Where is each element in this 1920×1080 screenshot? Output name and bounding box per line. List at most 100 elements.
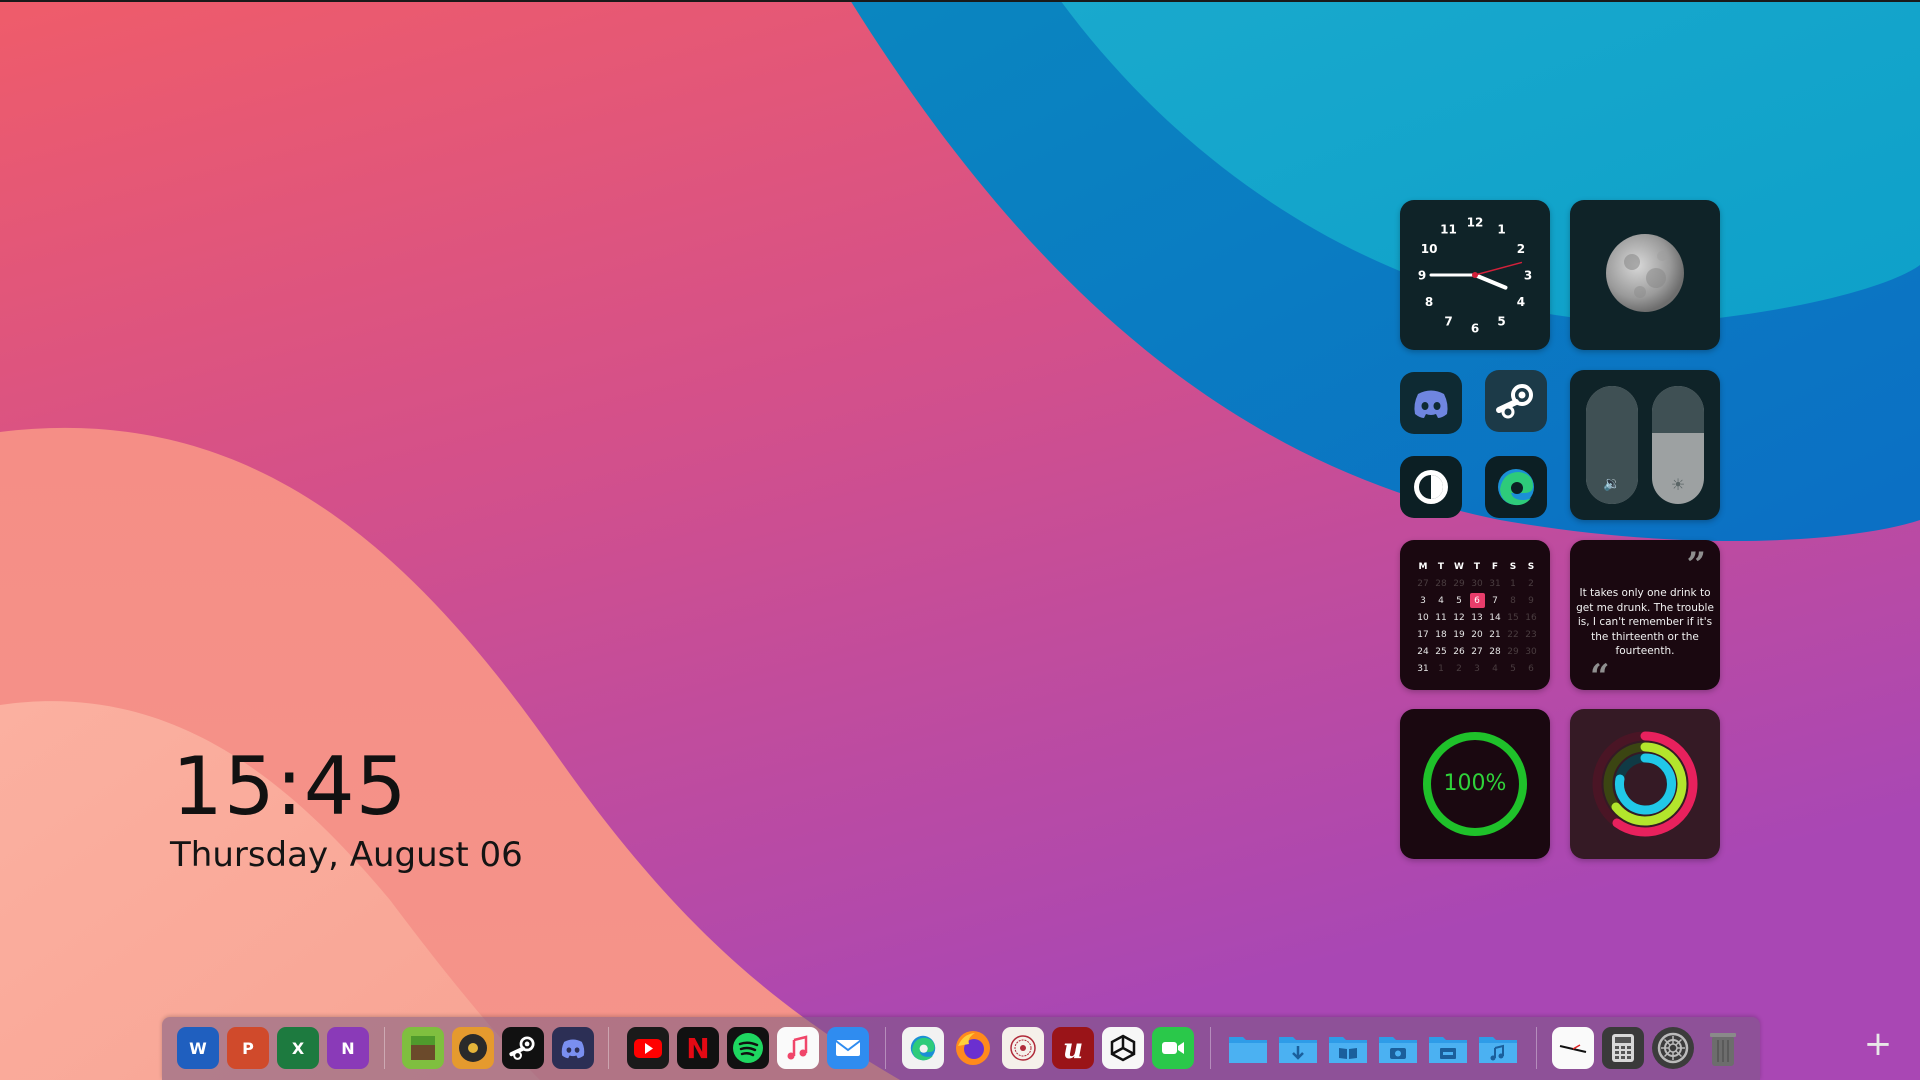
calendar-day[interactable]: 1 xyxy=(1432,660,1450,677)
acrobat-icon[interactable]: u xyxy=(1052,1027,1094,1069)
dock-separator xyxy=(608,1027,609,1069)
add-widget-button[interactable]: + xyxy=(1863,1027,1893,1061)
calendar-day[interactable]: 13 xyxy=(1468,609,1486,626)
word-icon[interactable]: W xyxy=(177,1027,219,1069)
activity-rings-widget[interactable] xyxy=(1570,709,1720,859)
calendar-day[interactable]: 28 xyxy=(1486,643,1504,660)
calendar-day[interactable]: 28 xyxy=(1432,575,1450,592)
downloads-folder-icon[interactable] xyxy=(1277,1027,1319,1069)
calendar-day[interactable]: 21 xyxy=(1486,626,1504,643)
edge-icon[interactable] xyxy=(902,1027,944,1069)
spotify-icon[interactable] xyxy=(727,1027,769,1069)
calendar-day[interactable]: 5 xyxy=(1450,592,1468,609)
edge-icon xyxy=(1498,469,1534,506)
discord-shortcut[interactable] xyxy=(1400,372,1462,434)
weekday-header: W xyxy=(1454,561,1464,572)
seal-app-icon[interactable] xyxy=(1002,1027,1044,1069)
dock-separator xyxy=(384,1027,385,1069)
calendar-day[interactable]: 2 xyxy=(1522,575,1540,592)
steam-icon[interactable] xyxy=(502,1027,544,1069)
calendar-day[interactable]: 27 xyxy=(1468,643,1486,660)
calendar-day[interactable]: 9 xyxy=(1522,592,1540,609)
calendar-day[interactable]: 31 xyxy=(1486,575,1504,592)
drive-folder-icon[interactable] xyxy=(1427,1027,1469,1069)
music-folder-icon[interactable] xyxy=(1477,1027,1519,1069)
minecraft-icon[interactable] xyxy=(402,1027,444,1069)
calculator-icon[interactable] xyxy=(1602,1027,1644,1069)
clock-number: 6 xyxy=(1471,322,1479,336)
settings-icon[interactable] xyxy=(1652,1027,1694,1069)
calendar-day[interactable]: 4 xyxy=(1486,660,1504,677)
calendar-day[interactable]: 17 xyxy=(1414,626,1432,643)
facetime-icon[interactable] xyxy=(1152,1027,1194,1069)
calendar-day[interactable]: 27 xyxy=(1414,575,1432,592)
onenote-icon[interactable]: N xyxy=(327,1027,369,1069)
calendar-day[interactable]: 12 xyxy=(1450,609,1468,626)
calendar-day[interactable]: 3 xyxy=(1414,592,1432,609)
calendar-day[interactable]: 11 xyxy=(1432,609,1450,626)
clock-number: 10 xyxy=(1421,242,1438,256)
activity-rings xyxy=(1592,731,1698,837)
calendar-day[interactable]: 16 xyxy=(1522,609,1540,626)
calendar-widget[interactable]: M T W T F S S 27 28 29 30 31 1 2 3 4 5 6 7 8 9 10 11 12 13 14 15 16… xyxy=(1400,540,1550,690)
steam-shortcut[interactable] xyxy=(1485,370,1547,432)
unity-icon[interactable] xyxy=(1102,1027,1144,1069)
calendar-day[interactable]: 18 xyxy=(1432,626,1450,643)
battery-percent: 100% xyxy=(1443,771,1507,796)
calendar-day[interactable]: 31 xyxy=(1414,660,1432,677)
calendar-day[interactable]: 26 xyxy=(1450,643,1468,660)
netflix-icon[interactable]: N xyxy=(677,1027,719,1069)
lockscreen-time: 15:45 xyxy=(172,740,408,833)
discord-icon[interactable] xyxy=(552,1027,594,1069)
youtube-icon[interactable] xyxy=(627,1027,669,1069)
calendar-day[interactable]: 19 xyxy=(1450,626,1468,643)
calendar-day[interactable]: 6 xyxy=(1522,660,1540,677)
documents-folder-icon[interactable] xyxy=(1327,1027,1369,1069)
battery-widget[interactable]: 100% xyxy=(1400,709,1550,859)
moon-phase-widget[interactable] xyxy=(1570,200,1720,350)
excel-icon[interactable]: X xyxy=(277,1027,319,1069)
brightness-slider-fill xyxy=(1652,386,1704,434)
calendar-day[interactable]: 30 xyxy=(1522,643,1540,660)
edge-shortcut[interactable] xyxy=(1485,456,1547,518)
calendar-day[interactable]: 24 xyxy=(1414,643,1432,660)
volume-slider[interactable]: 🔉 xyxy=(1586,386,1638,504)
folder-icon[interactable] xyxy=(1227,1027,1269,1069)
analog-clock-widget[interactable]: 12 1 2 3 4 5 6 7 8 9 10 11 xyxy=(1400,200,1550,350)
calendar-day[interactable]: 25 xyxy=(1432,643,1450,660)
weekday-header: S xyxy=(1527,561,1535,572)
itunes-icon[interactable] xyxy=(777,1027,819,1069)
calendar-day[interactable]: 20 xyxy=(1468,626,1486,643)
second-hand xyxy=(1474,261,1523,276)
lockscreen-date: Thursday, August 06 xyxy=(170,835,523,875)
pictures-folder-icon[interactable] xyxy=(1377,1027,1419,1069)
quote-widget[interactable]: ” It takes only one drink to get me drun… xyxy=(1570,540,1720,690)
music-disc-icon[interactable] xyxy=(452,1027,494,1069)
calendar-day[interactable]: 29 xyxy=(1450,575,1468,592)
calendar-day[interactable]: 15 xyxy=(1504,609,1522,626)
calendar-day[interactable]: 8 xyxy=(1504,592,1522,609)
calendar-day[interactable]: 22 xyxy=(1504,626,1522,643)
mail-icon[interactable] xyxy=(827,1027,869,1069)
calendar-day[interactable]: 6 xyxy=(1468,592,1486,609)
clock-app-icon[interactable] xyxy=(1552,1027,1594,1069)
calendar-day[interactable]: 3 xyxy=(1468,660,1486,677)
calendar-day[interactable]: 1 xyxy=(1504,575,1522,592)
calendar-day[interactable]: 7 xyxy=(1486,592,1504,609)
calendar-day[interactable]: 5 xyxy=(1504,660,1522,677)
clock-number: 5 xyxy=(1497,314,1505,328)
calendar-day[interactable]: 30 xyxy=(1468,575,1486,592)
powerpoint-icon[interactable]: P xyxy=(227,1027,269,1069)
brightness-slider[interactable]: ☀ xyxy=(1652,386,1704,504)
contrast-shortcut[interactable] xyxy=(1400,456,1462,518)
calendar-day[interactable]: 10 xyxy=(1414,609,1432,626)
clock-number: 4 xyxy=(1517,295,1525,309)
calendar-day[interactable]: 14 xyxy=(1486,609,1504,626)
calendar-day[interactable]: 29 xyxy=(1504,643,1522,660)
calendar-day[interactable]: 4 xyxy=(1432,592,1450,609)
calendar-day[interactable]: 2 xyxy=(1450,660,1468,677)
calendar-today[interactable]: 6 xyxy=(1469,593,1485,608)
trash-icon[interactable] xyxy=(1702,1027,1744,1069)
calendar-day[interactable]: 23 xyxy=(1522,626,1540,643)
firefox-icon[interactable] xyxy=(952,1027,994,1069)
